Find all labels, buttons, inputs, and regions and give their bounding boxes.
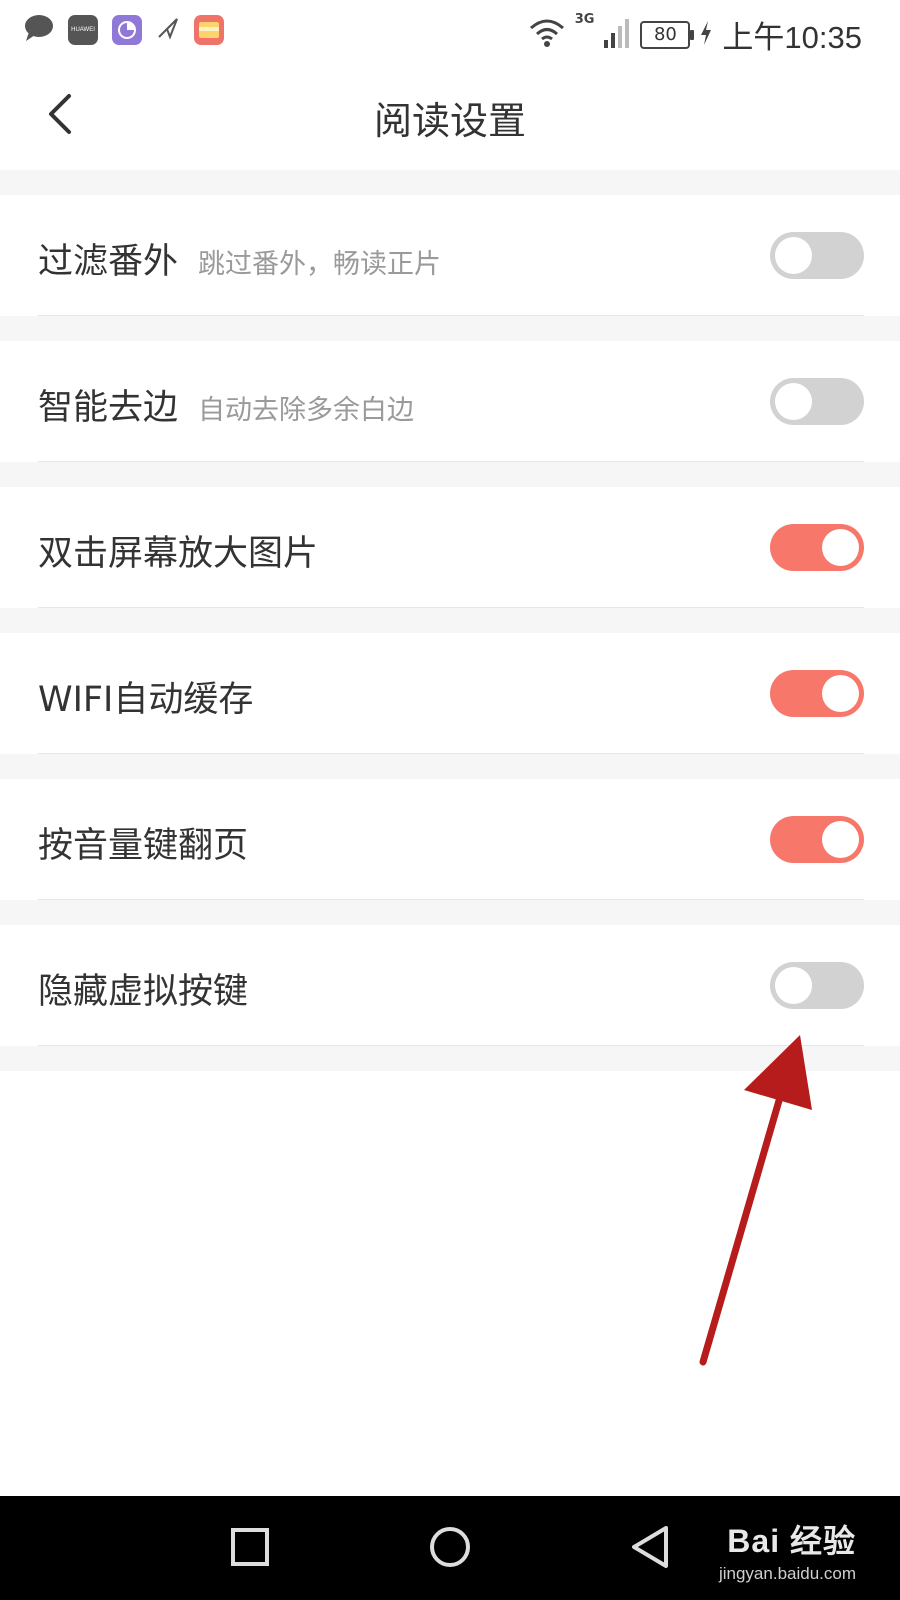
toggle-knob: [822, 529, 859, 566]
signal-icon: [604, 18, 630, 52]
divider: [0, 1046, 900, 1071]
huawei-store-icon: HUAWEI: [68, 15, 98, 45]
divider: [0, 170, 900, 195]
setting-row-hide-nav-keys: 隐藏虚拟按键: [0, 925, 900, 1046]
divider: [0, 754, 900, 779]
toggle-knob: [822, 821, 859, 858]
toggle-switch-volume-key-page[interactable]: [770, 816, 864, 863]
setting-label: 智能去边 自动去除多余白边: [38, 388, 415, 428]
triangle-back-icon: [630, 1525, 670, 1573]
setting-row-volume-key-page: 按音量键翻页: [0, 779, 900, 900]
toggle-knob: [775, 237, 812, 274]
square-icon: [230, 1527, 270, 1571]
send-icon: [156, 16, 180, 44]
message-icon: [24, 14, 54, 46]
toggle-knob: [822, 675, 859, 712]
divider: [0, 316, 900, 341]
setting-row-wifi-auto-cache: WIFI自动缓存: [0, 633, 900, 754]
recent-apps-button[interactable]: [225, 1524, 275, 1574]
setting-label: WIFI自动缓存: [38, 680, 254, 720]
settings-list: 过滤番外 跳过番外，畅读正片 智能去边 自动去除多余白边 双击屏幕放大图片 WIFI…: [0, 170, 900, 1071]
divider: [0, 462, 900, 487]
system-status: 3G 80 上午10:35: [529, 12, 862, 57]
setting-label: 过滤番外 跳过番外，畅读正片: [38, 242, 442, 282]
setting-row-double-tap-zoom: 双击屏幕放大图片: [0, 487, 900, 608]
divider: [0, 608, 900, 633]
toggle-knob: [775, 967, 812, 1004]
page-title: 阅读设置: [373, 99, 526, 143]
toggle-switch-smart-trim[interactable]: [770, 378, 864, 425]
battery-indicator: 80: [640, 20, 695, 49]
toggle-switch-hide-nav-keys[interactable]: [770, 962, 864, 1009]
network-type: 3G: [574, 12, 595, 27]
watermark-main: Bai 经验: [727, 1523, 856, 1559]
notification-icons: HUAWEI: [24, 14, 224, 46]
wallet-app-icon: [194, 15, 224, 45]
setting-row-filter-extras: 过滤番外 跳过番外，畅读正片: [0, 195, 900, 316]
clock: 上午10:35: [722, 20, 862, 55]
toggle-switch-filter-extras[interactable]: [770, 232, 864, 279]
wifi-icon: [529, 18, 565, 52]
circle-icon: [428, 1525, 472, 1573]
back-nav-button[interactable]: [625, 1524, 675, 1574]
setting-description: 自动去除多余白边: [198, 395, 415, 426]
setting-label: 隐藏虚拟按键: [38, 972, 249, 1012]
baidu-jingyan-watermark: Bai 经验 jingyan.baidu.com: [719, 1516, 856, 1584]
toggle-switch-double-tap-zoom[interactable]: [770, 524, 864, 571]
setting-label: 双击屏幕放大图片: [38, 534, 319, 574]
pie-app-icon: [112, 15, 142, 45]
toggle-switch-wifi-auto-cache[interactable]: [770, 670, 864, 717]
toggle-knob: [775, 383, 812, 420]
charging-icon: [700, 20, 712, 49]
setting-label: 按音量键翻页: [38, 826, 249, 866]
setting-row-smart-trim: 智能去边 自动去除多余白边: [0, 341, 900, 462]
divider: [0, 900, 900, 925]
watermark-url: jingyan.baidu.com: [718, 1564, 856, 1583]
navigation-bar: Bai 经验 jingyan.baidu.com: [0, 1496, 900, 1600]
setting-description: 跳过番外，畅读正片: [198, 249, 442, 280]
home-button[interactable]: [425, 1524, 475, 1574]
status-bar: HUAWEI 3G 80 上午10:35: [0, 0, 900, 64]
app-header: 阅读设置: [0, 64, 900, 170]
